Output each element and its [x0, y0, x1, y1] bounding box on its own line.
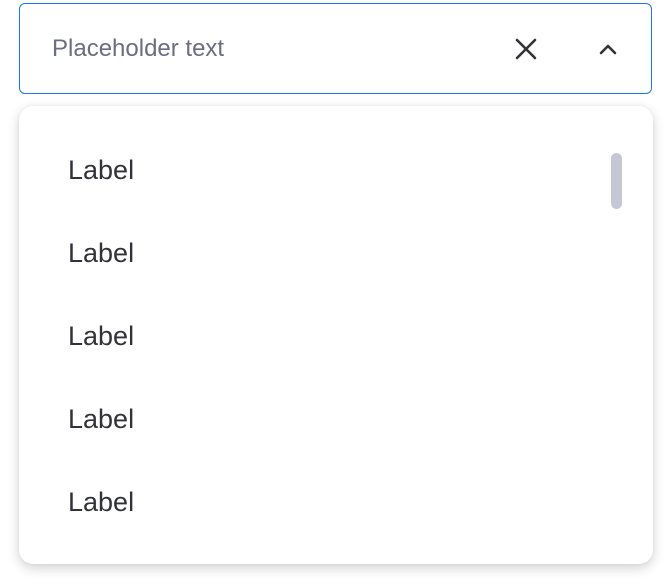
menu-item-label: Label — [68, 321, 135, 351]
scrollbar-thumb[interactable] — [611, 153, 622, 209]
menu-item[interactable]: Label — [19, 461, 599, 544]
menu-item-label: Label — [68, 155, 135, 185]
placeholder-text: Placeholder text — [52, 35, 225, 62]
menu-item-label: Label — [68, 487, 135, 517]
combobox-input[interactable]: Placeholder text — [19, 3, 652, 94]
menu-item[interactable]: Label — [19, 212, 599, 295]
menu-item-label: Label — [68, 404, 135, 434]
menu-item[interactable]: Label — [19, 129, 599, 212]
menu-item[interactable]: Label — [19, 378, 599, 461]
close-icon[interactable] — [513, 36, 539, 62]
chevron-up-icon[interactable] — [595, 36, 621, 62]
menu-item-label: Label — [68, 238, 135, 268]
menu-item[interactable]: Label — [19, 295, 599, 378]
dropdown-menu: Label Label Label Label Label — [19, 106, 653, 564]
